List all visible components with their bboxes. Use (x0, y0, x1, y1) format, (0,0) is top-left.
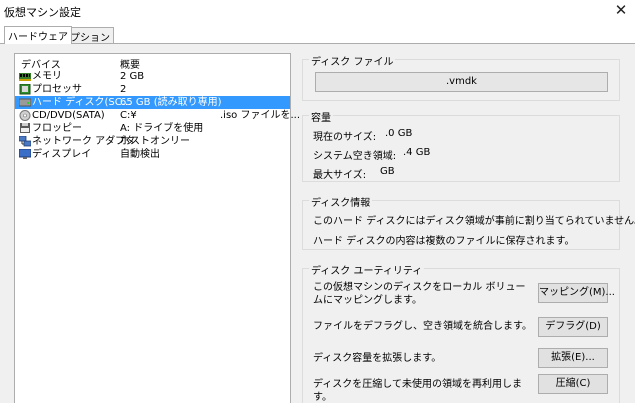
disk-info-line-1: このハード ディスクにはディスク領域が事前に割り当てられていません。 (313, 216, 635, 227)
close-icon[interactable]: ✕ (612, 1, 630, 19)
disk-info-panel: ディスク情報 このハード ディスクにはディスク領域が事前に割り当てられていません… (302, 194, 635, 250)
column-header-summary[interactable]: 概要 (120, 56, 140, 71)
disk-file-path: .vmdk (315, 72, 608, 92)
device-row-memory[interactable]: メモリ 2 GB (15, 70, 290, 83)
disk-info-line-2: ハード ディスクの内容は複数のファイルに保存されます。 (313, 236, 575, 247)
capacity-label: 容量 (309, 109, 333, 124)
device-summary: A: ドライブを使用 (120, 123, 204, 134)
disk-file-panel: ディスク ファイル .vmdk (302, 53, 620, 101)
device-name: CD/DVD(SATA) (32, 110, 105, 121)
tab-hardware[interactable]: ハードウェア (4, 26, 72, 44)
tab-content: デバイス 概要 メモリ 2 GB プロセッサ 2 ハード ディスク(SC... … (0, 43, 635, 403)
floppy-icon (20, 123, 30, 133)
device-summary: C:¥ (120, 110, 137, 121)
free-space-value: .4 GB (403, 147, 431, 158)
memory-icon (19, 73, 31, 81)
compact-description: ディスクを圧縮して未使用の領域を再利用します。 (313, 379, 522, 403)
cd-dvd-icon (19, 110, 31, 121)
map-description: この仮想マシンのディスクをローカル ボリュームにマッピングします。 (313, 282, 526, 306)
tab-strip: ハードウェア オプション (0, 26, 635, 44)
column-header-device[interactable]: デバイス (21, 56, 61, 71)
capacity-panel: 容量 現在のサイズ: .0 GB システム空き領域: .4 GB 最大サイズ: … (302, 109, 620, 182)
disk-utilities-label: ディスク ユーティリティ (309, 262, 425, 277)
current-size-label: 現在のサイズ: (313, 132, 377, 143)
device-row-network-adapter[interactable]: ネットワーク アダプタ ホストオンリー (15, 135, 290, 148)
free-space-label: システム空き領域: (313, 151, 397, 162)
max-size-value: GB (380, 166, 395, 177)
device-summary: ホストオンリー (120, 136, 190, 147)
device-row-floppy[interactable]: フロッピー A: ドライブを使用 (15, 122, 290, 135)
device-row-hard-disk[interactable]: ハード ディスク(SC... 65 GB (読み取り専用) (15, 96, 290, 109)
device-row-display[interactable]: ディスプレイ 自動検出 (15, 148, 290, 161)
title-bar: 仮想マシン設定 ✕ (0, 0, 635, 22)
device-summary: 65 GB (読み取り専用) (120, 97, 222, 108)
defrag-button[interactable]: デフラグ(D) (538, 317, 608, 337)
device-summary: 2 (120, 84, 127, 95)
window-title: 仮想マシン設定 (4, 6, 81, 19)
max-size-label: 最大サイズ: (313, 170, 367, 181)
hard-disk-icon (19, 98, 31, 107)
processor-icon (19, 84, 31, 95)
device-name: ハード ディスク(SC... (32, 97, 132, 108)
current-size-value: .0 GB (385, 128, 413, 139)
expand-description: ディスク容量を拡張します。 (313, 353, 442, 364)
map-button[interactable]: マッピング(M)... (538, 283, 615, 303)
defrag-description: ファイルをデフラグし、空き領域を統合します。 (313, 321, 532, 332)
device-summary-extra: .iso ファイルを... (220, 110, 300, 121)
expand-button[interactable]: 拡張(E)... (538, 348, 608, 368)
device-name: ディスプレイ (32, 149, 92, 160)
device-summary: 2 GB (120, 71, 145, 82)
device-row-cd-dvd[interactable]: CD/DVD(SATA) C:¥ .iso ファイルを... (15, 109, 300, 122)
device-summary: 自動検出 (120, 149, 160, 160)
disk-info-label: ディスク情報 (309, 194, 373, 209)
disk-file-label: ディスク ファイル (309, 53, 396, 68)
device-list[interactable]: デバイス 概要 メモリ 2 GB プロセッサ 2 ハード ディスク(SC... … (14, 53, 300, 403)
disk-utilities-panel: ディスク ユーティリティ この仮想マシンのディスクをローカル ボリュームにマッピ… (302, 262, 620, 403)
device-list-header: デバイス 概要 (15, 55, 290, 71)
network-adapter-icon (19, 136, 31, 147)
display-icon (19, 149, 31, 159)
device-name: プロセッサ (32, 84, 82, 95)
device-row-processor[interactable]: プロセッサ 2 (15, 83, 290, 96)
compact-button[interactable]: 圧縮(C) (538, 374, 608, 394)
device-name: メモリ (32, 71, 62, 82)
device-name: フロッピー (32, 123, 82, 134)
